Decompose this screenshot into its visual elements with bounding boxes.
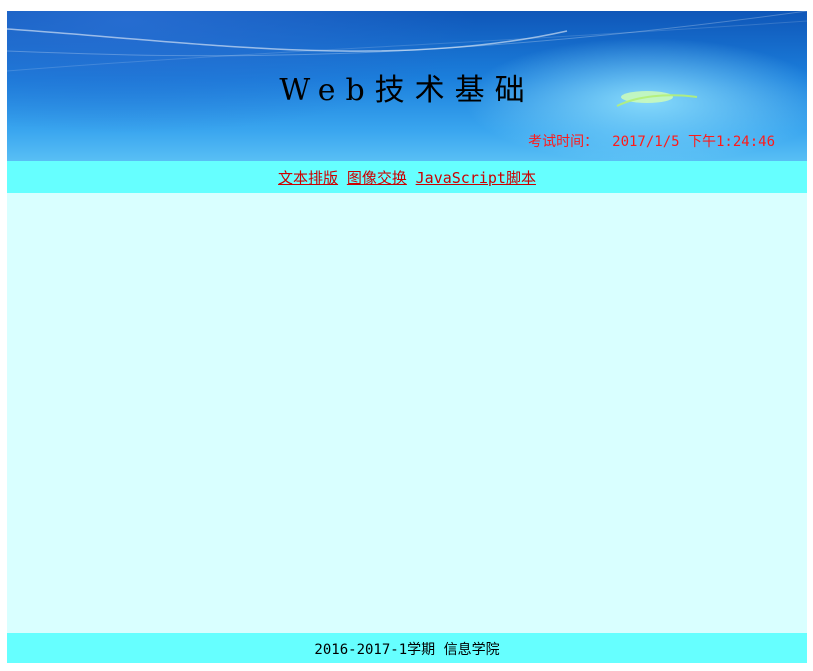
header-banner: Web技术基础 考试时间： 2017/1/5 下午1:24:46 [7, 11, 807, 161]
nav-bar: 文本排版 图像交换 JavaScript脚本 [7, 161, 807, 193]
page-title: Web技术基础 [279, 73, 535, 108]
main-content-area [7, 193, 807, 633]
exam-time: 考试时间： 2017/1/5 下午1:24:46 [528, 131, 775, 151]
footer: 2016-2017-1学期 信息学院 [7, 633, 807, 663]
exam-time-value: 2017/1/5 下午1:24:46 [612, 134, 775, 150]
nav-link-javascript[interactable]: JavaScript脚本 [416, 169, 536, 187]
nav-link-text-layout[interactable]: 文本排版 [278, 169, 338, 187]
exam-time-label: 考试时间： [528, 134, 599, 150]
nav-link-image-swap[interactable]: 图像交换 [347, 169, 407, 187]
page-container: Web技术基础 考试时间： 2017/1/5 下午1:24:46 文本排版 图像交… [7, 11, 807, 663]
